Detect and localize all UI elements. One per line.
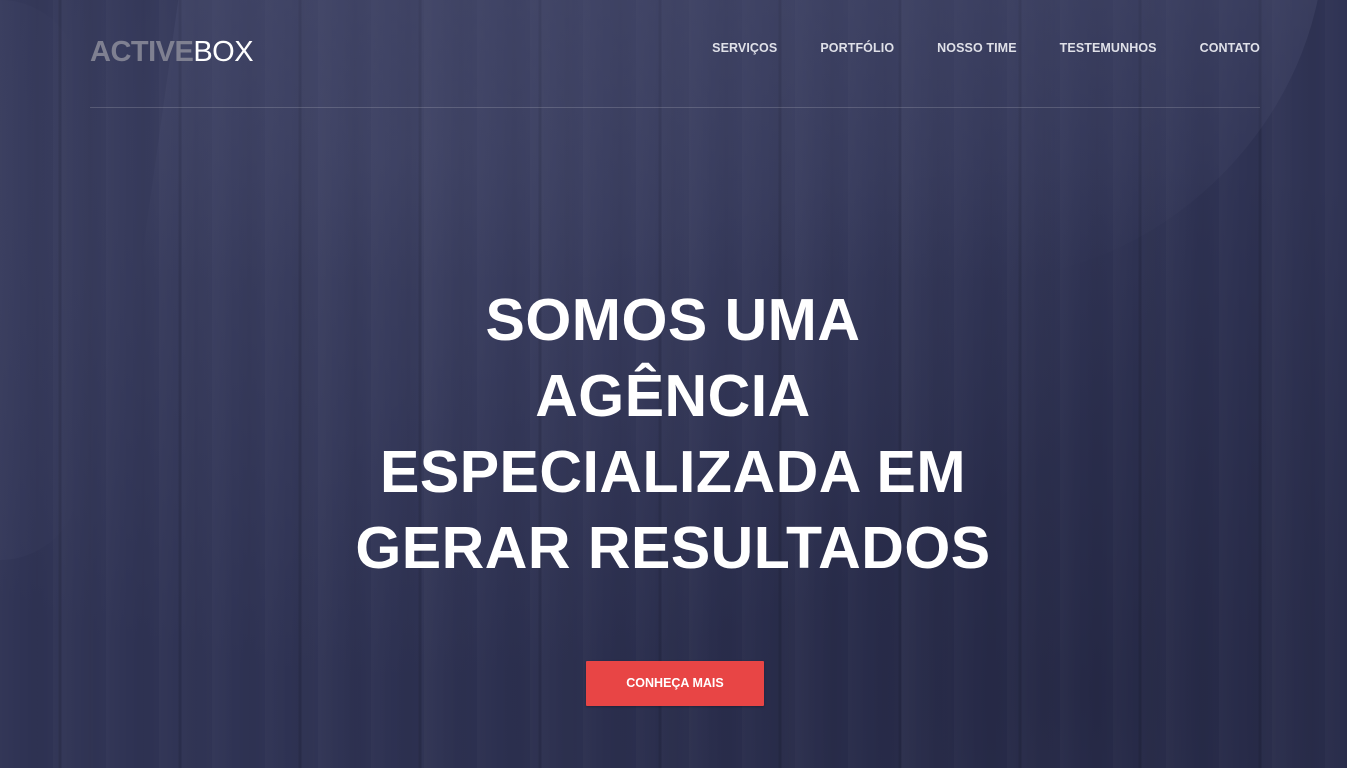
- nav-item-testemunhos: TESTEMUNHOS: [1060, 40, 1157, 56]
- nav-link-contato[interactable]: CONTATO: [1200, 40, 1260, 56]
- logo-light-text: BOX: [193, 36, 254, 68]
- hero-background-shape-left: [0, 0, 80, 560]
- logo-bold-text: ACTIVE: [90, 36, 194, 68]
- nav-item-servicos: SERVIÇOS: [712, 40, 777, 56]
- nav-link-portfolio[interactable]: PORTFÓLIO: [820, 40, 894, 56]
- nav-link-servicos[interactable]: SERVIÇOS: [712, 40, 777, 56]
- site-header: ACTIVEBOX SERVIÇOS PORTFÓLIO NOSSO TIME …: [90, 0, 1260, 108]
- nav-item-nosso-time: NOSSO TIME: [937, 40, 1016, 56]
- headline-line: ESPECIALIZADA EM: [379, 439, 966, 505]
- conheca-mais-button[interactable]: CONHEÇA MAIS: [586, 661, 764, 706]
- headline-line: GERAR RESULTADOS: [355, 515, 991, 581]
- hero-headline: SOMOS UMA AGÊNCIA ESPECIALIZADA EM GERAR…: [323, 282, 1023, 586]
- nav-link-testemunhos[interactable]: TESTEMUNHOS: [1060, 40, 1157, 56]
- hero-section: ACTIVEBOX SERVIÇOS PORTFÓLIO NOSSO TIME …: [0, 0, 1347, 768]
- site-logo[interactable]: ACTIVEBOX: [90, 35, 254, 69]
- nav-link-nosso-time[interactable]: NOSSO TIME: [937, 40, 1016, 56]
- headline-line: SOMOS UMA: [485, 287, 861, 353]
- nav-item-portfolio: PORTFÓLIO: [820, 40, 894, 56]
- headline-line: AGÊNCIA: [535, 363, 811, 429]
- main-nav: SERVIÇOS PORTFÓLIO NOSSO TIME TESTEMUNHO…: [712, 40, 1260, 56]
- nav-item-contato: CONTATO: [1200, 40, 1260, 56]
